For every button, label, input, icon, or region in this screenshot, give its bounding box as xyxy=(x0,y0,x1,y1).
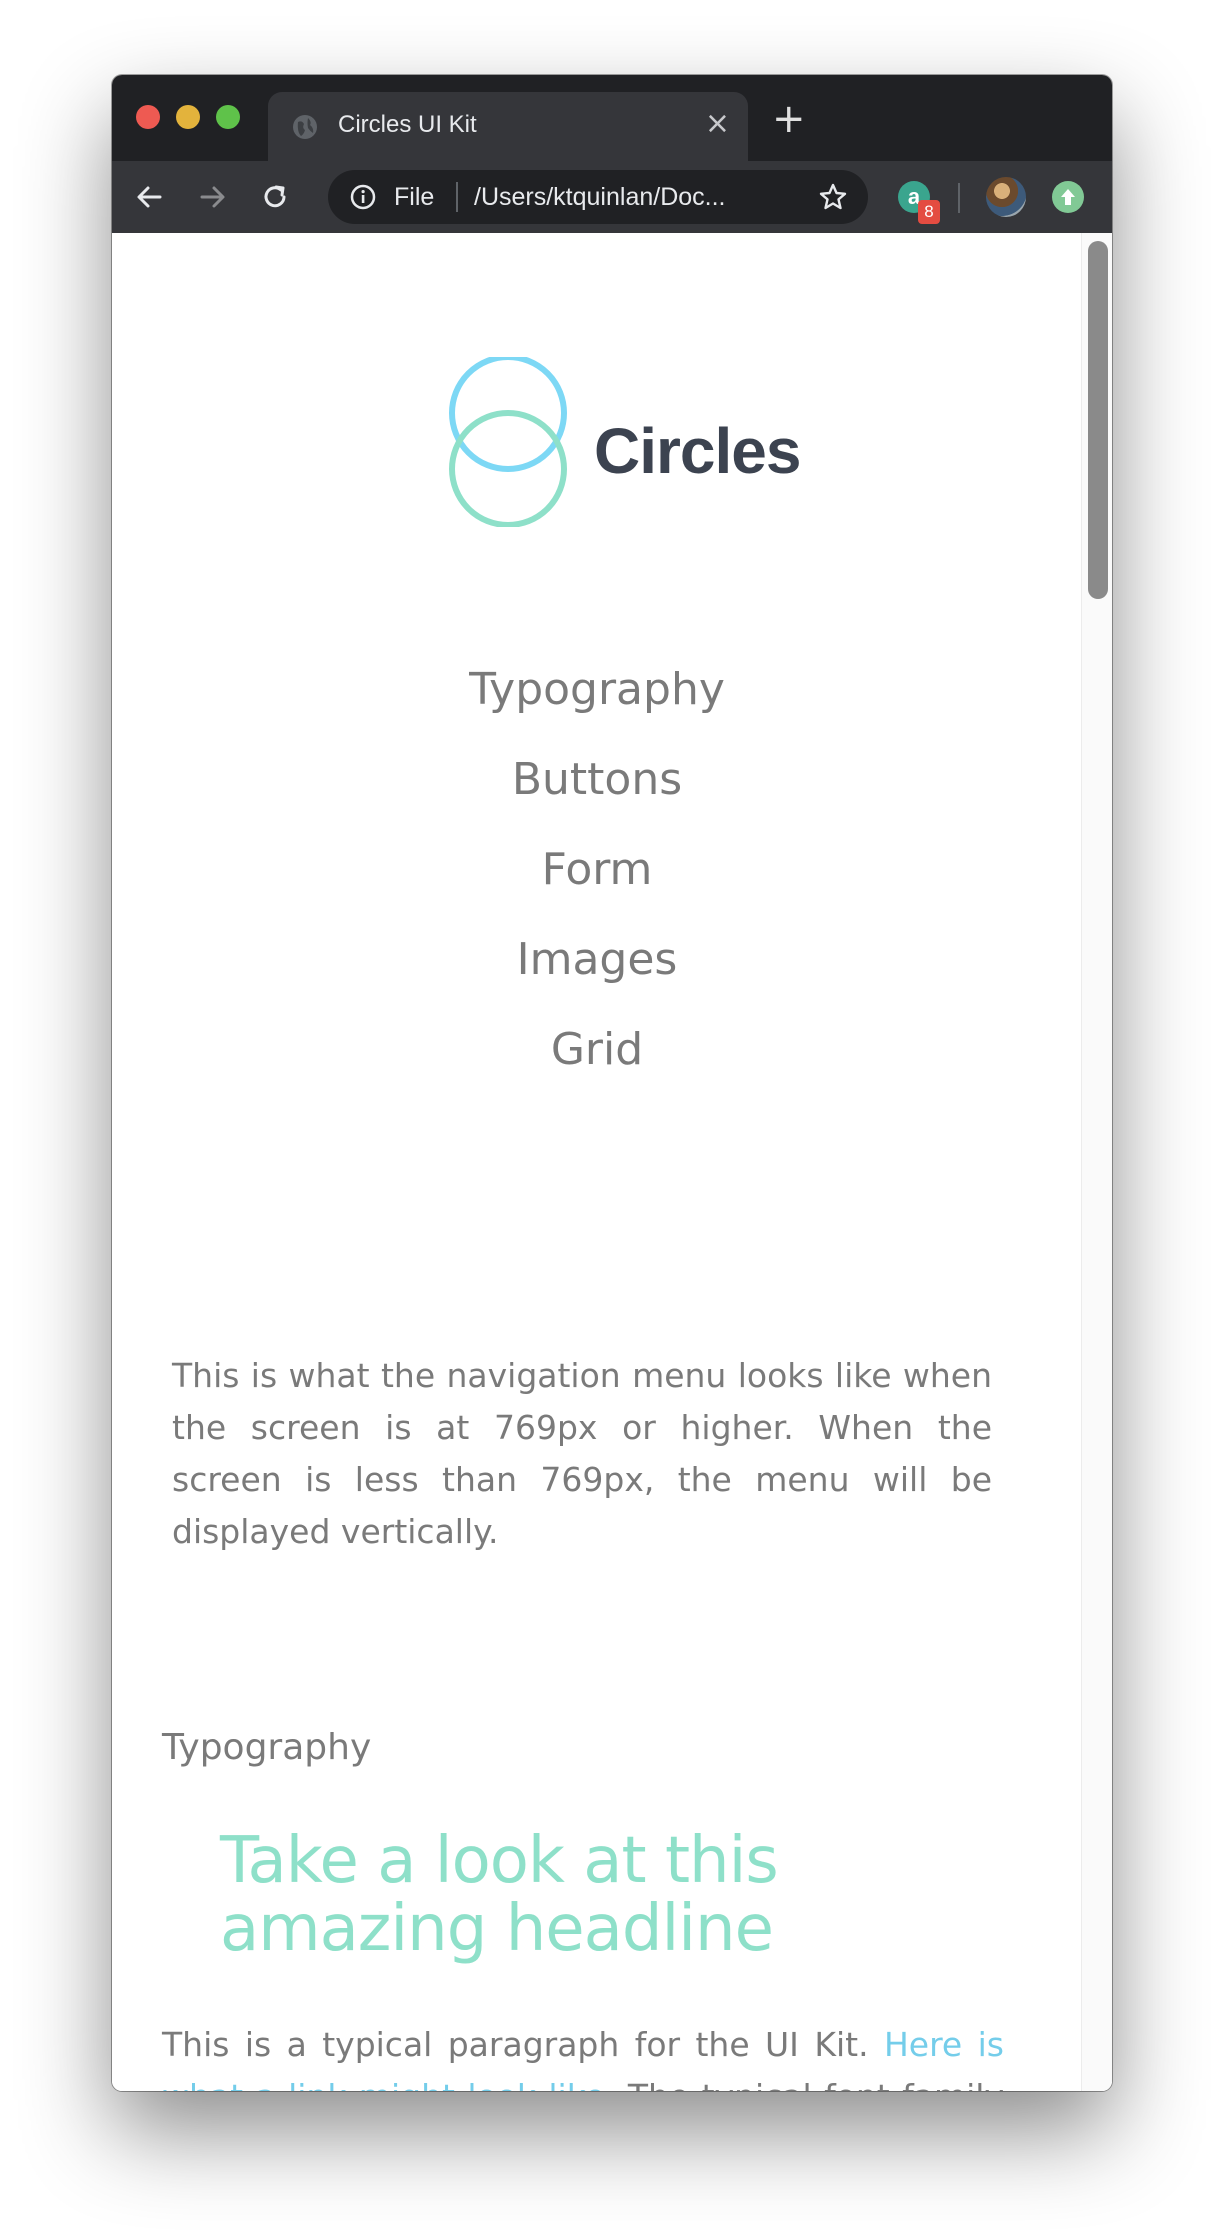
nav-item-grid[interactable]: Grid xyxy=(112,1005,1082,1095)
close-window-button[interactable] xyxy=(136,105,160,129)
nav-item-form[interactable]: Form xyxy=(112,825,1082,915)
browser-tab[interactable]: Circles UI Kit × xyxy=(268,92,748,161)
zoom-window-button[interactable] xyxy=(216,105,240,129)
nav-item-images[interactable]: Images xyxy=(112,915,1082,1005)
back-icon[interactable] xyxy=(130,178,168,216)
nav-item-buttons[interactable]: Buttons xyxy=(112,735,1082,825)
logo-text: Circles xyxy=(594,415,801,487)
page-viewport: Circles Typography Buttons Form Images G… xyxy=(112,233,1112,2091)
star-icon[interactable] xyxy=(818,182,848,212)
main-nav: Typography Buttons Form Images Grid xyxy=(112,645,1082,1095)
toolbar-divider xyxy=(958,183,960,213)
globe-icon xyxy=(293,115,317,139)
profile-avatar[interactable] xyxy=(986,177,1026,217)
url-text[interactable]: /Users/ktquinlan/Doc... xyxy=(474,183,726,212)
typical-paragraph: This is a typical paragraph for the UI K… xyxy=(162,2019,1004,2091)
nav-item-typography[interactable]: Typography xyxy=(112,645,1082,735)
update-icon[interactable] xyxy=(1050,179,1086,215)
info-icon[interactable] xyxy=(350,184,376,210)
section-title-typography: Typography xyxy=(162,1727,372,1768)
toolbar: File /Users/ktquinlan/Doc... a 8 xyxy=(112,161,1112,233)
browser-window: Circles UI Kit × + File /Users/ktquinlan… xyxy=(112,75,1112,2091)
omnibox-divider xyxy=(456,182,458,212)
address-bar[interactable]: File /Users/ktquinlan/Doc... xyxy=(328,170,868,224)
forward-icon[interactable] xyxy=(194,178,232,216)
intro-paragraph: This is what the navigation menu looks l… xyxy=(172,1356,992,1551)
scrollbar-thumb[interactable] xyxy=(1088,241,1108,599)
tab-close-icon[interactable]: × xyxy=(705,106,730,142)
tab-title: Circles UI Kit xyxy=(338,111,477,138)
extension-badge: 8 xyxy=(918,200,940,224)
paragraph-text-start: This is a typical paragraph for the UI K… xyxy=(162,2025,884,2064)
headline: Take a look at this amazing headline xyxy=(220,1824,779,1966)
reload-icon[interactable] xyxy=(256,178,294,216)
title-bar: Circles UI Kit × + xyxy=(112,75,1112,161)
minimize-window-button[interactable] xyxy=(176,105,200,129)
new-tab-button[interactable]: + xyxy=(772,99,806,139)
scrollbar-track[interactable] xyxy=(1081,233,1112,2091)
scheme-label: File xyxy=(394,183,435,211)
